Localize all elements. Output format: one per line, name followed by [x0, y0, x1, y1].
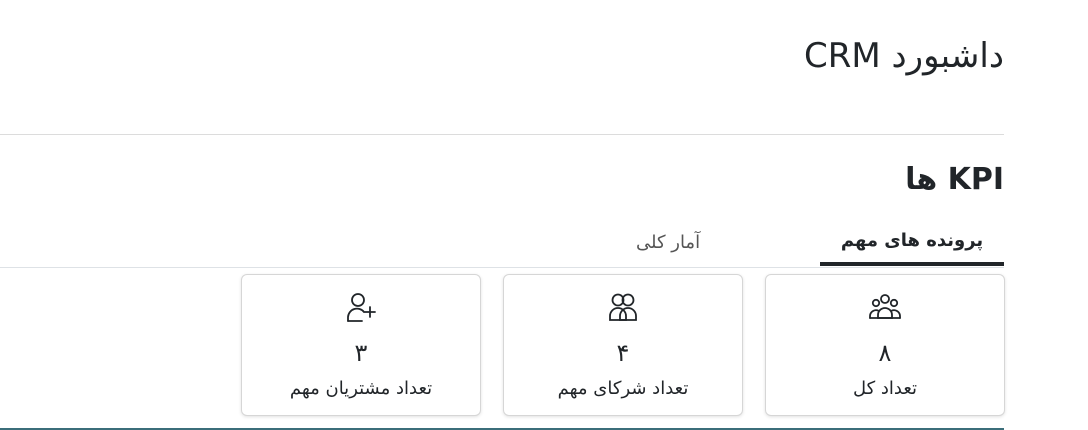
kpi-card-customers: ۳ تعداد مشتریان مهم: [241, 274, 481, 416]
users-group-icon: [867, 289, 903, 325]
header-divider: [0, 134, 1004, 135]
kpi-partners-label: تعداد شرکای مهم: [557, 378, 689, 399]
page-title: داشبورد CRM: [804, 36, 1004, 76]
kpi-total-value: ۸: [878, 339, 892, 367]
tab-general-stats[interactable]: آمار کلی: [636, 218, 820, 266]
user-plus-icon: [343, 289, 379, 325]
kpi-customers-label: تعداد مشتریان مهم: [289, 378, 433, 399]
section-title: KPI ها: [905, 162, 1004, 197]
kpi-cards: ۸ تعداد کل ۴ تعداد شرکای مهم ۳ تعداد مشت…: [241, 274, 1005, 418]
kpi-card-partners: ۴ تعداد شرکای مهم: [503, 274, 743, 416]
kpi-tabs: آمار کلی پرونده های مهم: [636, 218, 1004, 268]
tab-important-cases[interactable]: پرونده های مهم: [820, 218, 1004, 266]
tabs-divider: [0, 267, 1004, 268]
kpi-partners-value: ۴: [616, 339, 630, 367]
kpi-customers-value: ۳: [354, 339, 368, 367]
partners-icon: [605, 289, 641, 325]
kpi-card-total: ۸ تعداد کل: [765, 274, 1005, 416]
kpi-total-label: تعداد کل: [852, 378, 918, 399]
